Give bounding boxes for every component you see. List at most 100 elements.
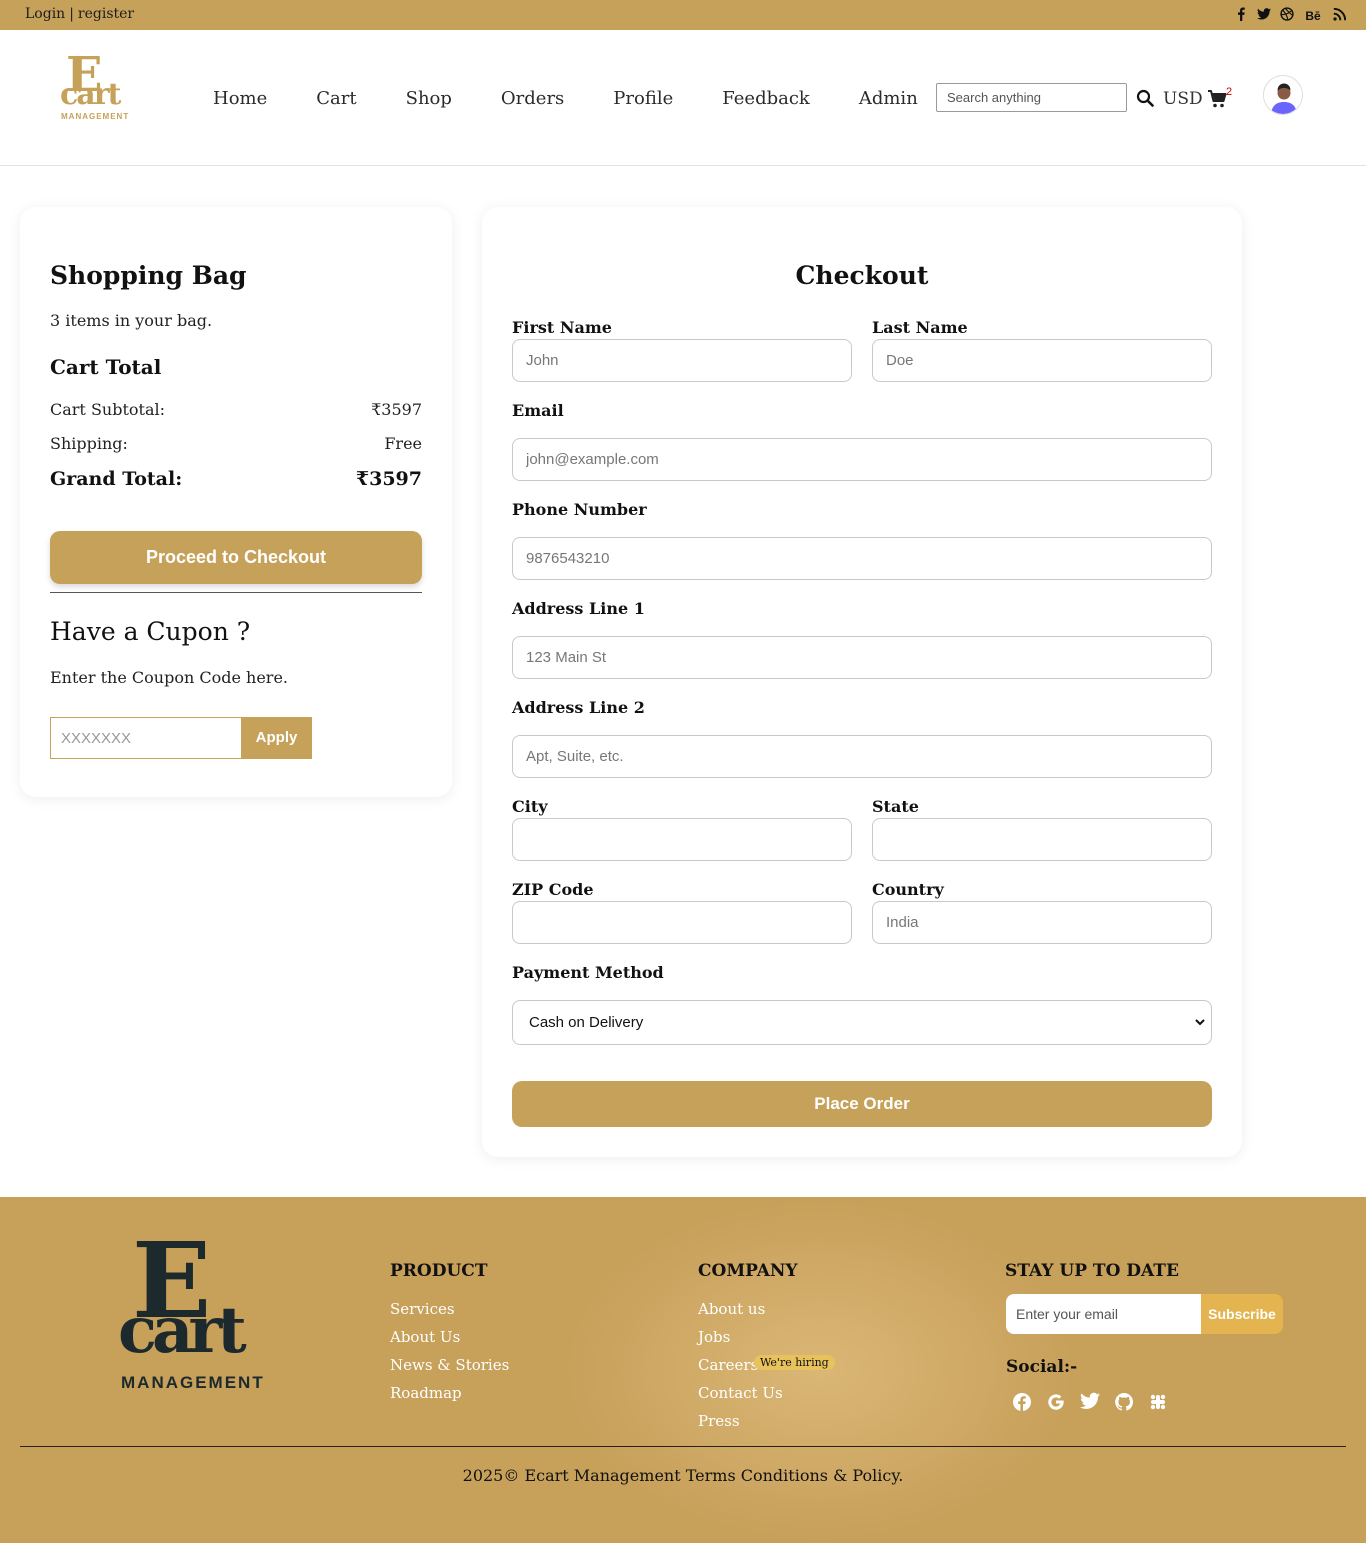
footer-link-services[interactable]: Services xyxy=(390,1300,455,1318)
footer: E cart MANAGEMENT PRODUCT Services About… xyxy=(0,1197,1366,1543)
shipping-value: Free xyxy=(384,434,422,453)
grand-total-label: Grand Total: xyxy=(50,468,183,490)
payment-method-label: Payment Method xyxy=(512,963,664,982)
city-field[interactable] xyxy=(512,818,852,861)
footer-logo-word: cart xyxy=(118,1293,247,1368)
subtotal-label: Cart Subtotal: xyxy=(50,400,165,419)
subscribe-button[interactable]: Subscribe xyxy=(1201,1294,1283,1334)
chevron-down-icon xyxy=(1195,1001,1205,1062)
newsletter-email-field[interactable] xyxy=(1006,1294,1202,1334)
nav-home[interactable]: Home xyxy=(213,88,267,109)
avatar[interactable] xyxy=(1263,75,1303,115)
subtotal-row: Cart Subtotal: ₹3597 xyxy=(50,400,422,419)
twitter-icon[interactable] xyxy=(1080,1392,1100,1412)
nav-admin[interactable]: Admin xyxy=(859,88,918,109)
dribbble-icon[interactable] xyxy=(1280,7,1294,25)
search-input[interactable] xyxy=(936,83,1127,112)
nav-orders[interactable]: Orders xyxy=(501,88,564,109)
address2-label: Address Line 2 xyxy=(512,698,645,717)
hiring-badge: We're hiring xyxy=(754,1355,835,1370)
auth-separator: | xyxy=(69,6,74,22)
newsletter-title: STAY UP TO DATE xyxy=(1005,1261,1179,1281)
footer-link-about-us[interactable]: About Us xyxy=(390,1328,460,1346)
coupon-input[interactable] xyxy=(50,717,242,759)
nav-profile[interactable]: Profile xyxy=(613,88,673,109)
phone-label: Phone Number xyxy=(512,500,647,519)
facebook-icon[interactable] xyxy=(1234,7,1248,25)
shopping-bag-card: Shopping Bag 3 items in your bag. Cart T… xyxy=(20,207,452,797)
country-field[interactable] xyxy=(872,901,1212,944)
payment-method-value: Cash on Delivery xyxy=(529,1014,644,1031)
nav-feedback[interactable]: Feedback xyxy=(722,88,810,109)
footer-link-contact[interactable]: Contact Us xyxy=(698,1384,783,1402)
facebook-icon[interactable] xyxy=(1012,1392,1032,1412)
state-field[interactable] xyxy=(872,818,1212,861)
checkout-card: Checkout First Name Last Name Email Phon… xyxy=(482,207,1242,1157)
zip-field[interactable] xyxy=(512,901,852,944)
login-link[interactable]: Login xyxy=(25,6,65,22)
email-label: Email xyxy=(512,401,564,420)
apply-coupon-button[interactable]: Apply xyxy=(241,717,312,759)
cart-count-badge: 2 xyxy=(1226,86,1233,98)
rss-icon[interactable] xyxy=(1332,7,1346,25)
shipping-label: Shipping: xyxy=(50,434,128,453)
nav-shop[interactable]: Shop xyxy=(406,88,452,109)
slack-icon[interactable] xyxy=(1148,1392,1168,1412)
footer-product-title: PRODUCT xyxy=(390,1261,488,1281)
main-nav: Home Cart Shop Orders Profile Feedback A… xyxy=(213,88,967,109)
first-name-field[interactable] xyxy=(512,339,852,382)
first-name-label: First Name xyxy=(512,318,612,337)
subtotal-value: ₹3597 xyxy=(371,400,422,419)
payment-method-select[interactable]: Cash on Delivery xyxy=(512,1000,1212,1045)
footer-link-roadmap[interactable]: Roadmap xyxy=(390,1384,462,1402)
city-label: City xyxy=(512,797,548,816)
last-name-field[interactable] xyxy=(872,339,1212,382)
footer-link-careers[interactable]: Careers xyxy=(698,1356,758,1374)
grand-total-row: Grand Total: ₹3597 xyxy=(50,468,422,490)
google-icon[interactable] xyxy=(1046,1392,1066,1412)
place-order-button[interactable]: Place Order xyxy=(512,1081,1212,1127)
footer-logo[interactable]: E cart MANAGEMENT xyxy=(118,1229,268,1395)
footer-link-jobs[interactable]: Jobs xyxy=(698,1328,730,1346)
footer-background-image xyxy=(560,1197,1080,1543)
email-field[interactable] xyxy=(512,438,1212,481)
footer-link-about[interactable]: About us xyxy=(698,1300,765,1318)
footer-divider xyxy=(20,1446,1346,1447)
github-icon[interactable] xyxy=(1114,1392,1134,1412)
last-name-label: Last Name xyxy=(872,318,968,337)
footer-link-press[interactable]: Press xyxy=(698,1412,740,1430)
shopping-bag-title: Shopping Bag xyxy=(50,261,247,290)
cart-icon[interactable] xyxy=(1207,89,1227,109)
currency-selector[interactable]: USD xyxy=(1163,89,1203,109)
checkout-title: Checkout xyxy=(795,261,929,290)
coupon-hint: Enter the Coupon Code here. xyxy=(50,668,288,687)
zip-label: ZIP Code xyxy=(512,880,594,899)
behance-icon[interactable]: Bē xyxy=(1303,8,1323,24)
nav-cart[interactable]: Cart xyxy=(316,88,356,109)
logo-word: cart xyxy=(60,77,121,112)
top-bar: Login | register Bē xyxy=(0,0,1366,30)
phone-field[interactable] xyxy=(512,537,1212,580)
auth-links: Login | register xyxy=(25,6,134,22)
copyright-text: 2025© Ecart Management Terms Conditions … xyxy=(462,1466,904,1485)
brand-logo[interactable]: E cart MANAGEMENT xyxy=(60,51,130,125)
footer-logo-tagline: MANAGEMENT xyxy=(121,1373,265,1392)
top-social-links: Bē xyxy=(1234,7,1346,25)
bag-divider xyxy=(50,592,422,593)
search-icon[interactable] xyxy=(1136,89,1154,107)
state-label: State xyxy=(872,797,919,816)
bag-item-count: 3 items in your bag. xyxy=(50,311,213,330)
grand-total-value: ₹3597 xyxy=(355,468,422,490)
register-link[interactable]: register xyxy=(78,6,134,22)
proceed-to-checkout-button[interactable]: Proceed to Checkout xyxy=(50,531,422,584)
address2-field[interactable] xyxy=(512,735,1212,778)
address1-label: Address Line 1 xyxy=(512,599,645,618)
cart-total-title: Cart Total xyxy=(50,355,162,379)
shipping-row: Shipping: Free xyxy=(50,434,422,453)
footer-link-news[interactable]: News & Stories xyxy=(390,1356,509,1374)
country-label: Country xyxy=(872,880,944,899)
footer-social-links xyxy=(1012,1392,1168,1412)
twitter-icon[interactable] xyxy=(1257,8,1271,24)
address1-field[interactable] xyxy=(512,636,1212,679)
social-label: Social:- xyxy=(1006,1357,1078,1377)
